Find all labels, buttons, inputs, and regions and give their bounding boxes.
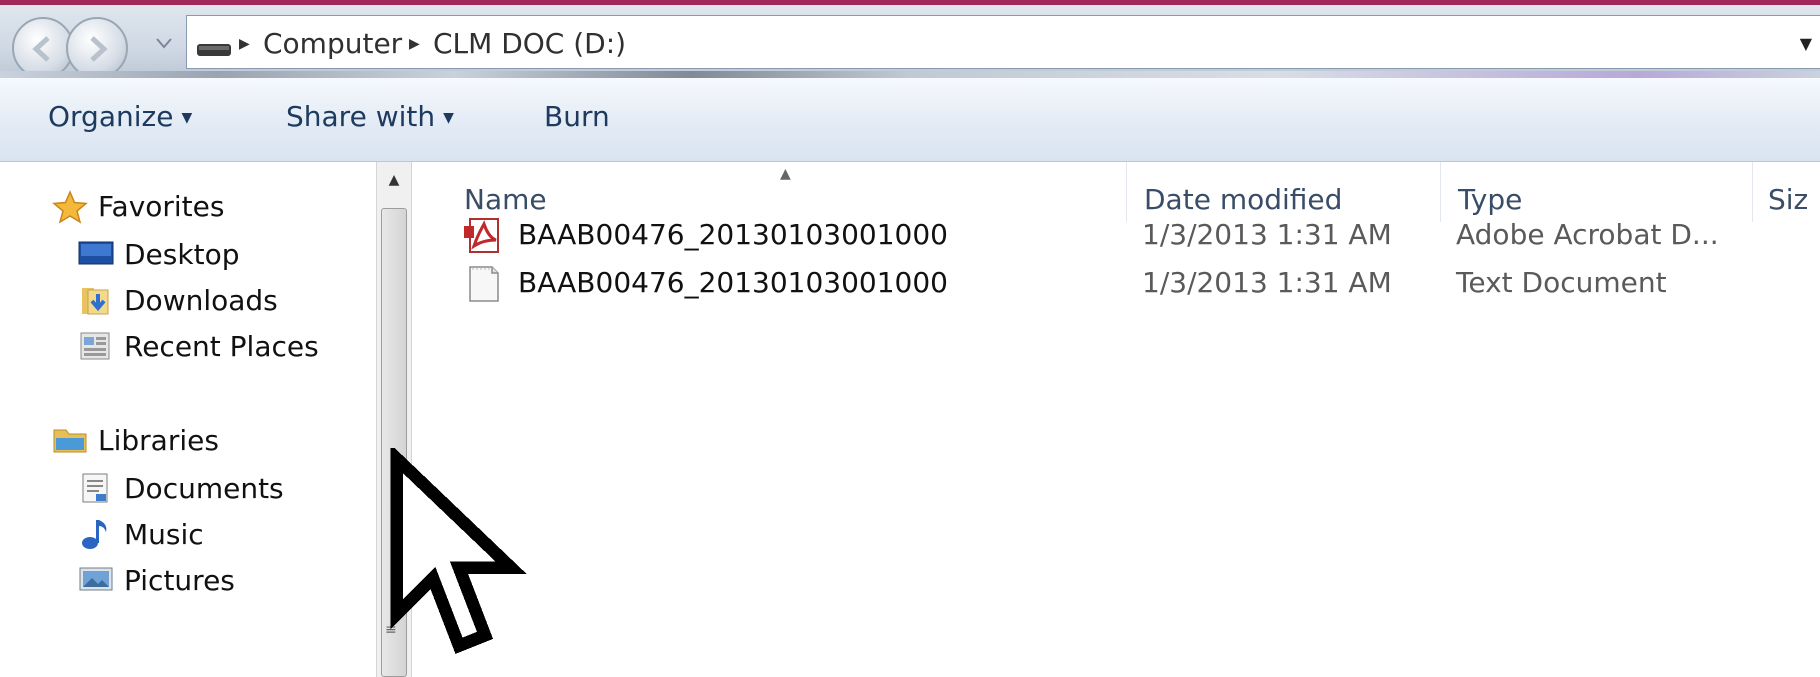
nav-item-pictures[interactable]: Pictures (78, 558, 235, 602)
desktop-label: Desktop (124, 237, 240, 271)
file-date-modified: 1/3/2013 1:31 AM (1142, 266, 1392, 299)
burn-label: Burn (544, 100, 610, 133)
breadcrumb-computer[interactable]: Computer (263, 27, 402, 60)
breadcrumb-arrow-icon[interactable]: ▶ (239, 36, 250, 52)
burn-button[interactable]: Burn (544, 100, 610, 133)
address-dropdown-icon[interactable]: ▼ (1800, 34, 1812, 53)
column-name-label: Name (464, 182, 547, 216)
nav-item-documents[interactable]: Documents (78, 466, 284, 510)
back-button[interactable] (12, 17, 74, 79)
file-type: Adobe Acrobat D... (1456, 218, 1719, 251)
file-list: ▲ Name Date modified Type Siz BAAB00476_… (412, 162, 1820, 677)
music-icon (78, 518, 114, 550)
file-name: BAAB00476_20130103001000 (518, 266, 948, 299)
file-date-modified: 1/3/2013 1:31 AM (1142, 218, 1392, 251)
address-box[interactable]: ▶ Computer ▶ CLM DOC (D:) ▼ (186, 15, 1820, 69)
libraries-icon (52, 424, 88, 456)
breadcrumb-arrow-icon[interactable]: ▶ (409, 36, 420, 52)
recent-places-label: Recent Places (124, 329, 319, 363)
documents-label: Documents (124, 471, 284, 505)
documents-icon (78, 472, 114, 504)
navigation-pane: Favorites Desktop Downloads Recent Place… (0, 162, 376, 677)
address-bar-area: ▶ Computer ▶ CLM DOC (D:) ▼ (0, 0, 1820, 83)
share-with-label: Share with (286, 100, 436, 133)
file-row[interactable]: BAAB00476_20130103001000 1/3/2013 1:31 A… (412, 212, 1820, 258)
recent-pages-dropdown-icon[interactable] (154, 27, 174, 57)
nav-group-libraries[interactable]: Libraries (52, 418, 219, 462)
pdf-icon (464, 218, 504, 258)
sort-ascending-icon: ▲ (780, 166, 791, 182)
nav-item-music[interactable]: Music (78, 512, 204, 556)
favorites-label: Favorites (98, 189, 225, 223)
recent-places-icon (78, 330, 114, 362)
text-document-icon (464, 266, 504, 306)
nav-item-downloads[interactable]: Downloads (78, 278, 278, 322)
chevron-down-icon: ▼ (443, 110, 454, 126)
forward-arrow-icon (90, 36, 108, 62)
pictures-icon (78, 564, 114, 596)
back-arrow-icon (32, 36, 50, 62)
forward-button[interactable] (66, 17, 128, 79)
drive-icon (197, 44, 231, 56)
organize-label: Organize (48, 100, 174, 133)
desktop-icon (78, 238, 114, 270)
pictures-label: Pictures (124, 563, 235, 597)
downloads-label: Downloads (124, 283, 278, 317)
breadcrumb-drive[interactable]: CLM DOC (D:) (433, 27, 626, 60)
share-with-button[interactable]: Share with ▼ (286, 100, 454, 133)
music-label: Music (124, 517, 204, 551)
column-size-label: Siz (1768, 182, 1809, 216)
file-name: BAAB00476_20130103001000 (518, 218, 948, 251)
column-date-label: Date modified (1144, 182, 1343, 216)
libraries-label: Libraries (98, 423, 219, 457)
column-type-label: Type (1458, 182, 1523, 216)
nav-item-desktop[interactable]: Desktop (78, 232, 239, 276)
downloads-icon (78, 284, 114, 316)
star-icon (52, 190, 88, 224)
scroll-up-arrow-icon[interactable]: ▲ (377, 162, 411, 198)
organize-button[interactable]: Organize ▼ (48, 100, 192, 133)
command-bar: Organize ▼ Share with ▼ Burn (0, 78, 1820, 162)
file-type: Text Document (1456, 266, 1667, 299)
mouse-pointer-icon (390, 448, 527, 654)
nav-item-recent-places[interactable]: Recent Places (78, 324, 319, 368)
chevron-down-icon: ▼ (181, 110, 193, 126)
file-row[interactable]: BAAB00476_20130103001000 1/3/2013 1:31 A… (412, 260, 1820, 306)
nav-group-favorites[interactable]: Favorites (52, 184, 224, 228)
